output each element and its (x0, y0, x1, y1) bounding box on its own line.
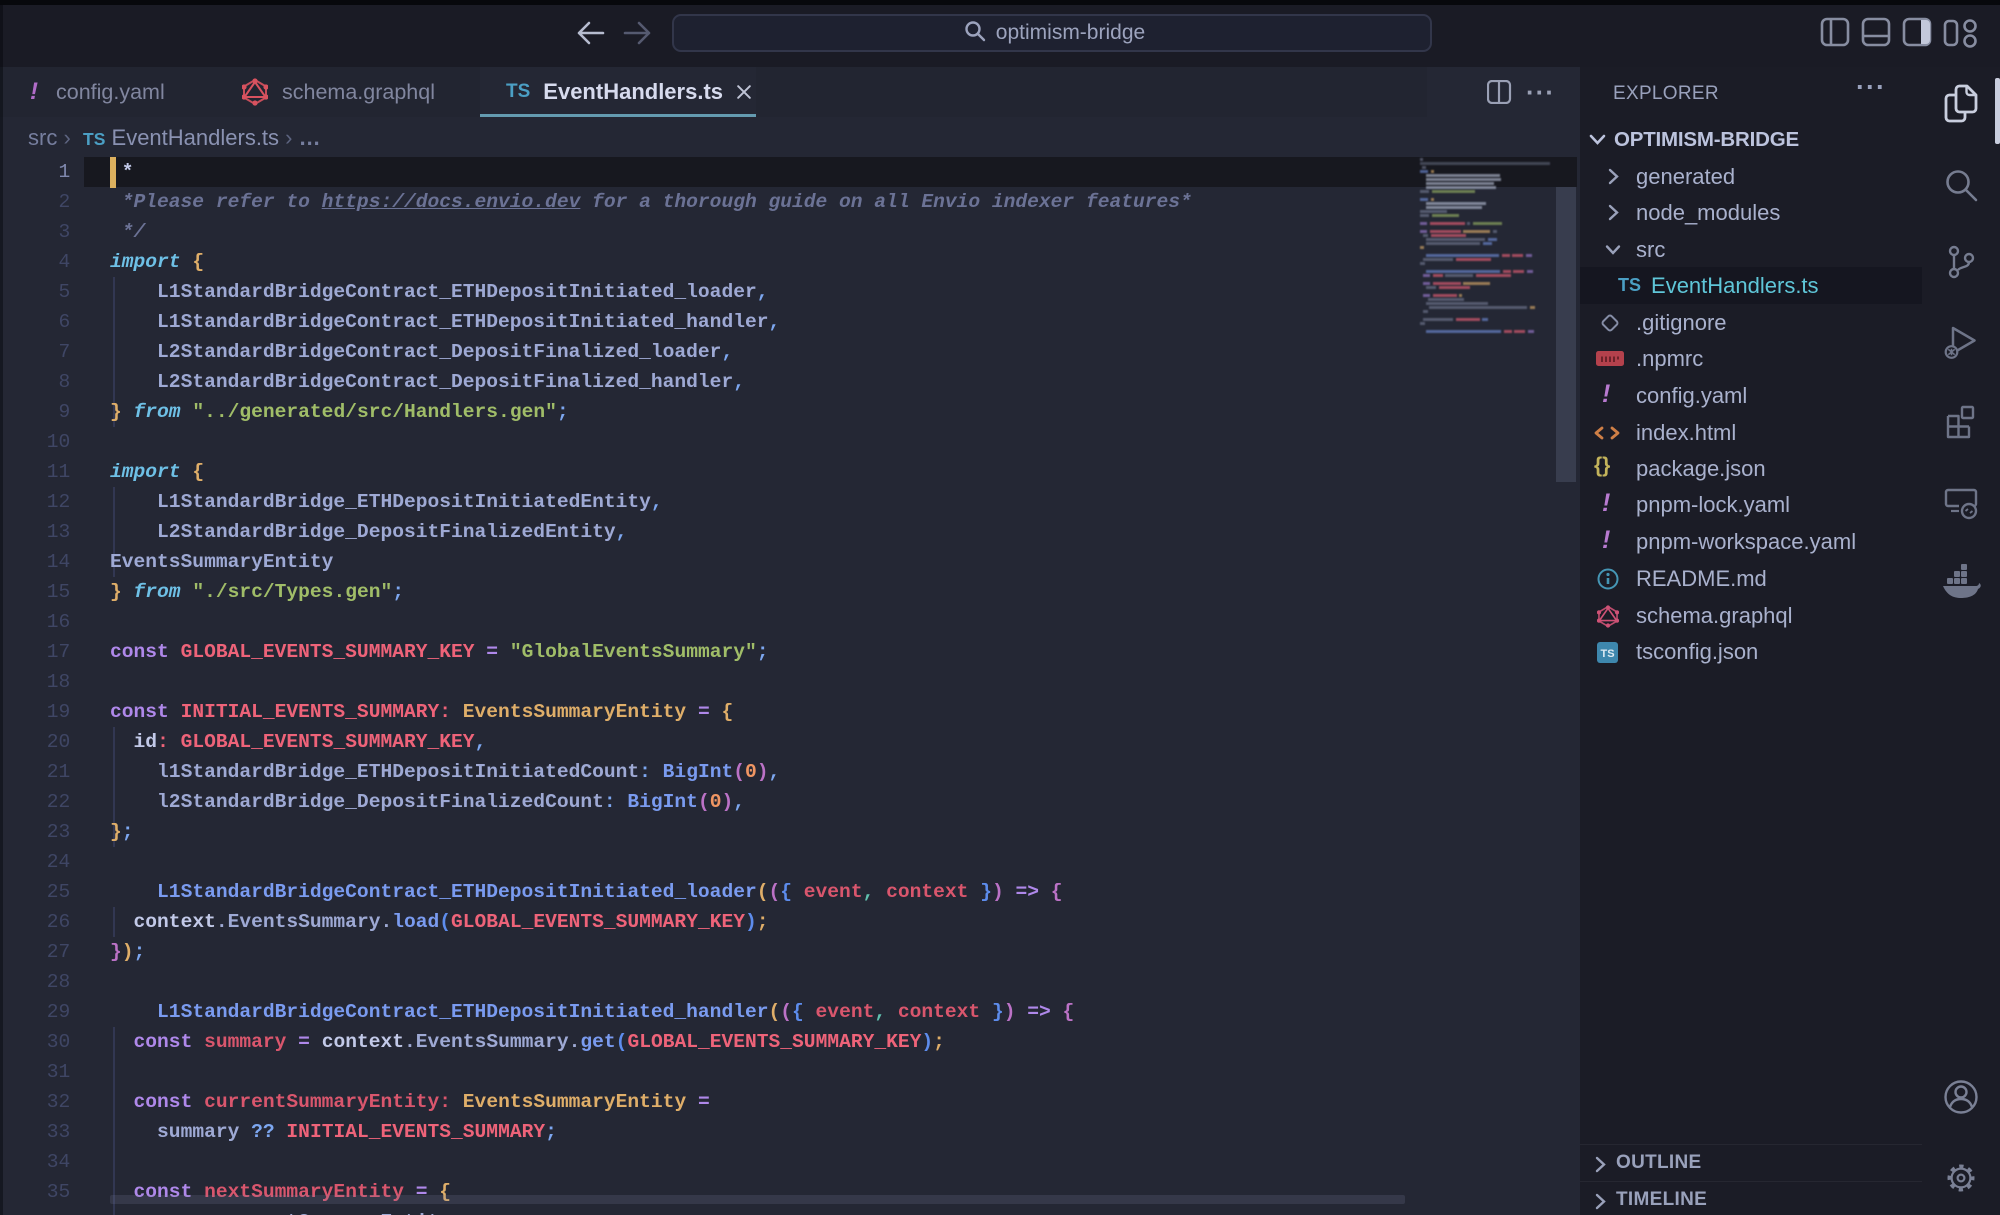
svg-text:TS: TS (1600, 648, 1614, 660)
